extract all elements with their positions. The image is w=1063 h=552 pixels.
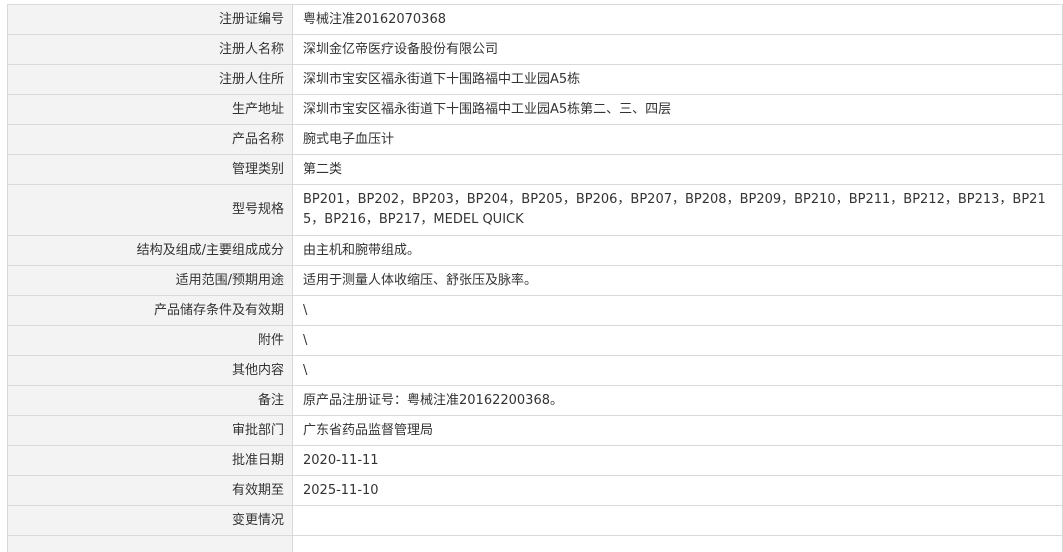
- table-row: 产品名称 腕式电子血压计: [7, 124, 1063, 155]
- field-value-production-address: 深圳市宝安区福永街道下十围路福中工业园A5栋第二、三、四层: [292, 94, 1063, 125]
- field-label-storage-validity: 产品储存条件及有效期: [7, 295, 293, 326]
- field-value-registrant-name: 深圳金亿帝医疗设备股份有限公司: [292, 34, 1063, 65]
- registration-info-table: 注册证编号 粤械注准20162070368 注册人名称 深圳金亿帝医疗设备股份有…: [7, 4, 1063, 552]
- field-label-attachments: 附件: [7, 325, 293, 356]
- table-row: 注册人住所 深圳市宝安区福永街道下十围路福中工业园A5栋: [7, 64, 1063, 95]
- table-row: 备注 原产品注册证号：粤械注准20162200368。: [7, 385, 1063, 416]
- table-row: 注册证编号 粤械注准20162070368: [7, 4, 1063, 35]
- field-value-approval-date: 2020-11-11: [292, 445, 1063, 476]
- field-value-remarks: 原产品注册证号：粤械注准20162200368。: [292, 385, 1063, 416]
- field-value-valid-until: 2025-11-10: [292, 475, 1063, 506]
- field-value-registration-number: 粤械注准20162070368: [292, 4, 1063, 35]
- table-row: 生产地址 深圳市宝安区福永街道下十围路福中工业园A5栋第二、三、四层: [7, 94, 1063, 125]
- field-value-attachments: \: [292, 325, 1063, 356]
- registration-detail-page: 注册证编号 粤械注准20162070368 注册人名称 深圳金亿帝医疗设备股份有…: [0, 0, 1063, 552]
- field-value-change-status: [292, 505, 1063, 536]
- field-value-model-spec: BP201，BP202，BP203，BP204，BP205，BP206，BP20…: [292, 184, 1063, 236]
- table-row: 批准日期 2020-11-11: [7, 445, 1063, 476]
- field-label-approval-date: 批准日期: [7, 445, 293, 476]
- field-value-approval-department: 广东省药品监督管理局: [292, 415, 1063, 446]
- table-row: [7, 535, 1063, 552]
- field-value-product-name: 腕式电子血压计: [292, 124, 1063, 155]
- field-label-other-content: 其他内容: [7, 355, 293, 386]
- table-row: 附件 \: [7, 325, 1063, 356]
- field-label-management-category: 管理类别: [7, 154, 293, 185]
- field-label-registrant-name: 注册人名称: [7, 34, 293, 65]
- field-label-registrant-address: 注册人住所: [7, 64, 293, 95]
- field-value-structure-composition: 由主机和腕带组成。: [292, 235, 1063, 266]
- field-value-extra: [292, 535, 1063, 552]
- table-row: 审批部门 广东省药品监督管理局: [7, 415, 1063, 446]
- table-row: 注册人名称 深圳金亿帝医疗设备股份有限公司: [7, 34, 1063, 65]
- field-label-registration-number: 注册证编号: [7, 4, 293, 35]
- field-label-approval-department: 审批部门: [7, 415, 293, 446]
- field-label-structure-composition: 结构及组成/主要组成成分: [7, 235, 293, 266]
- field-label-valid-until: 有效期至: [7, 475, 293, 506]
- field-value-intended-use: 适用于测量人体收缩压、舒张压及脉率。: [292, 265, 1063, 296]
- field-value-management-category: 第二类: [292, 154, 1063, 185]
- table-row: 结构及组成/主要组成成分 由主机和腕带组成。: [7, 235, 1063, 266]
- field-label-remarks: 备注: [7, 385, 293, 416]
- field-label-production-address: 生产地址: [7, 94, 293, 125]
- table-row: 其他内容 \: [7, 355, 1063, 386]
- field-label-model-spec: 型号规格: [7, 184, 293, 236]
- field-value-other-content: \: [292, 355, 1063, 386]
- field-label-change-status: 变更情况: [7, 505, 293, 536]
- table-row: 变更情况: [7, 505, 1063, 536]
- table-row: 产品储存条件及有效期 \: [7, 295, 1063, 326]
- field-label-product-name: 产品名称: [7, 124, 293, 155]
- field-value-storage-validity: \: [292, 295, 1063, 326]
- field-label-intended-use: 适用范围/预期用途: [7, 265, 293, 296]
- field-label-extra: [7, 535, 293, 552]
- table-row: 适用范围/预期用途 适用于测量人体收缩压、舒张压及脉率。: [7, 265, 1063, 296]
- table-row: 型号规格 BP201，BP202，BP203，BP204，BP205，BP206…: [7, 184, 1063, 236]
- table-row: 有效期至 2025-11-10: [7, 475, 1063, 506]
- field-value-registrant-address: 深圳市宝安区福永街道下十围路福中工业园A5栋: [292, 64, 1063, 95]
- table-row: 管理类别 第二类: [7, 154, 1063, 185]
